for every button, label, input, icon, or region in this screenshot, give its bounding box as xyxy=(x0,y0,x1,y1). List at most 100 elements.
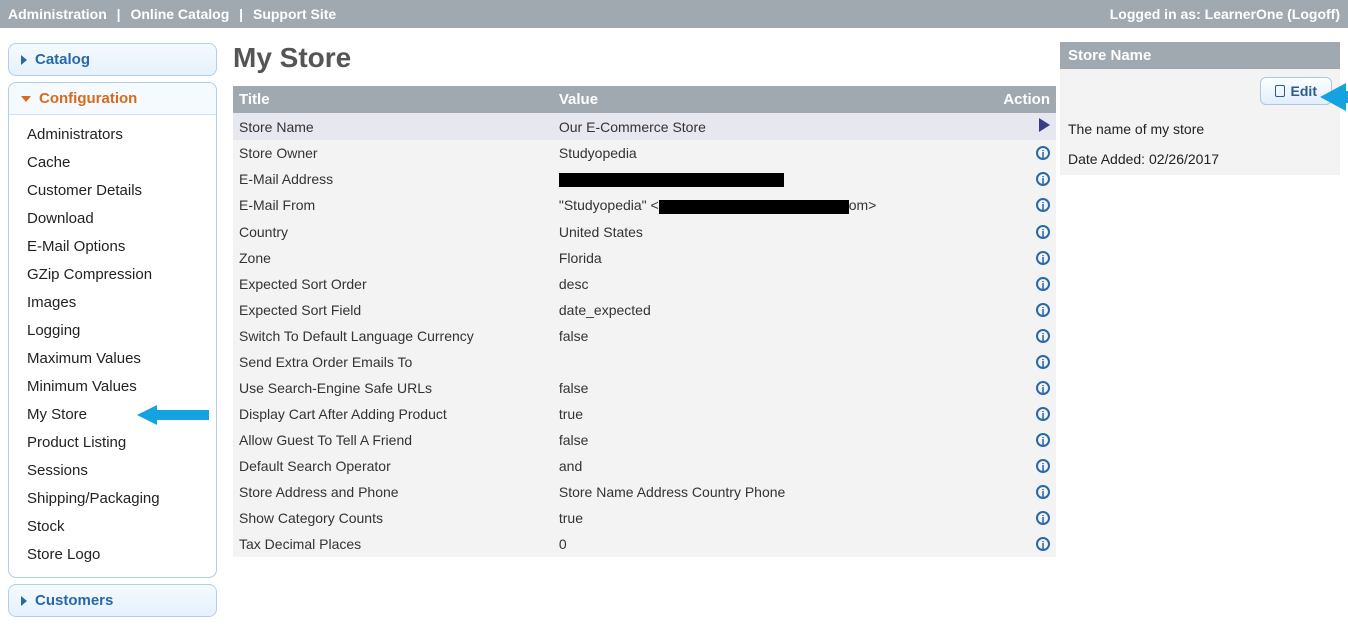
cell-title: Store Address and Phone xyxy=(233,479,553,505)
table-row[interactable]: CountryUnited Statesi xyxy=(233,219,1056,245)
info-icon[interactable]: i xyxy=(1036,251,1050,265)
cell-value: date_expected xyxy=(553,297,980,323)
table-row[interactable]: Use Search-Engine Safe URLsfalsei xyxy=(233,375,1056,401)
cell-action: i xyxy=(980,219,1056,245)
nav-administration[interactable]: Administration xyxy=(8,6,107,22)
sidebar-configuration-label: Configuration xyxy=(39,90,137,107)
play-icon[interactable] xyxy=(1039,118,1050,132)
info-icon[interactable]: i xyxy=(1036,172,1050,186)
cell-title: Tax Decimal Places xyxy=(233,531,553,557)
cell-value: true xyxy=(553,401,980,427)
cell-action xyxy=(980,113,1056,140)
cell-action: i xyxy=(980,453,1056,479)
edit-button[interactable]: Edit xyxy=(1260,77,1332,105)
table-row[interactable]: Show Category Countstruei xyxy=(233,505,1056,531)
sidebar-item-gzip-compression[interactable]: GZip Compression xyxy=(27,261,210,289)
cell-title: Store Name xyxy=(233,113,553,140)
sidebar: Catalog Configuration AdministratorsCach… xyxy=(0,28,225,631)
cell-action: i xyxy=(980,166,1056,192)
info-icon[interactable]: i xyxy=(1036,433,1050,447)
separator: | xyxy=(239,6,243,22)
detail-panel: Store Name Edit The name of my store Dat… xyxy=(1060,42,1340,631)
info-icon[interactable]: i xyxy=(1036,485,1050,499)
sidebar-item-images[interactable]: Images xyxy=(27,289,210,317)
sidebar-head-configuration[interactable]: Configuration xyxy=(9,83,216,114)
table-row[interactable]: Send Extra Order Emails To i xyxy=(233,349,1056,375)
info-icon[interactable]: i xyxy=(1036,407,1050,421)
page-title: My Store xyxy=(233,42,1056,74)
table-row[interactable]: Store NameOur E-Commerce Store xyxy=(233,113,1056,140)
table-row[interactable]: Switch To Default Language Currencyfalse… xyxy=(233,323,1056,349)
chevron-down-icon xyxy=(21,96,31,102)
cell-title: Default Search Operator xyxy=(233,453,553,479)
info-icon[interactable]: i xyxy=(1036,537,1050,551)
nav-support-site[interactable]: Support Site xyxy=(253,6,336,22)
sidebar-item-logging[interactable]: Logging xyxy=(27,317,210,345)
sidebar-item-administrators[interactable]: Administrators xyxy=(27,121,210,149)
cell-action: i xyxy=(980,375,1056,401)
sidebar-item-store-logo[interactable]: Store Logo xyxy=(27,541,210,569)
info-icon[interactable]: i xyxy=(1036,303,1050,317)
table-row[interactable]: Allow Guest To Tell A Friendfalse i xyxy=(233,427,1056,453)
cell-value: Studyopedia xyxy=(553,140,980,166)
sidebar-item-stock[interactable]: Stock xyxy=(27,513,210,541)
cell-value: "Studyopedia" <om> xyxy=(553,192,980,218)
sidebar-head-customers[interactable]: Customers xyxy=(9,585,216,616)
th-action: Action xyxy=(980,86,1056,113)
cell-value: false xyxy=(553,427,980,453)
sidebar-item-minimum-values[interactable]: Minimum Values xyxy=(27,373,210,401)
info-icon[interactable]: i xyxy=(1036,146,1050,160)
separator: | xyxy=(117,6,121,22)
table-row[interactable]: Display Cart After Adding Producttruei xyxy=(233,401,1056,427)
info-icon[interactable]: i xyxy=(1036,355,1050,369)
cell-title: Expected Sort Order xyxy=(233,271,553,297)
cell-title: E-Mail From xyxy=(233,192,553,218)
chevron-right-icon xyxy=(21,596,27,606)
logoff-link[interactable]: Logoff xyxy=(1292,6,1336,22)
th-title: Title xyxy=(233,86,553,113)
table-row[interactable]: E-Mail From"Studyopedia" <om> i xyxy=(233,192,1056,218)
table-row[interactable]: Store Address and PhoneStore Name Addres… xyxy=(233,479,1056,505)
nav-online-catalog[interactable]: Online Catalog xyxy=(130,6,229,22)
cell-action: i xyxy=(980,323,1056,349)
top-bar: Administration | Online Catalog | Suppor… xyxy=(0,0,1348,28)
sidebar-head-catalog[interactable]: Catalog xyxy=(9,44,216,75)
sidebar-section-configuration: Configuration AdministratorsCacheCustome… xyxy=(8,82,217,578)
table-row[interactable]: Store OwnerStudyopediai xyxy=(233,140,1056,166)
table-row[interactable]: Default Search Operatorandi xyxy=(233,453,1056,479)
sidebar-item-e-mail-options[interactable]: E-Mail Options xyxy=(27,233,210,261)
sidebar-item-customer-details[interactable]: Customer Details xyxy=(27,177,210,205)
date-label: Date Added: xyxy=(1068,151,1145,167)
info-icon[interactable]: i xyxy=(1036,225,1050,239)
cell-action: i xyxy=(980,427,1056,453)
table-row[interactable]: E-Mail Addressi xyxy=(233,166,1056,192)
th-value: Value xyxy=(553,86,980,113)
table-row[interactable]: Expected Sort Fielddate_expectedi xyxy=(233,297,1056,323)
cell-action: i xyxy=(980,297,1056,323)
info-icon[interactable]: i xyxy=(1036,277,1050,291)
sidebar-item-download[interactable]: Download xyxy=(27,205,210,233)
info-icon[interactable]: i xyxy=(1036,198,1050,212)
cell-title: Allow Guest To Tell A Friend xyxy=(233,427,553,453)
info-icon[interactable]: i xyxy=(1036,511,1050,525)
info-icon[interactable]: i xyxy=(1036,329,1050,343)
sidebar-item-maximum-values[interactable]: Maximum Values xyxy=(27,345,210,373)
cell-value: desc xyxy=(553,271,980,297)
table-row[interactable]: Expected Sort Orderdesc i xyxy=(233,271,1056,297)
table-row[interactable]: Tax Decimal Places0i xyxy=(233,531,1056,557)
cell-value xyxy=(553,166,980,192)
table-row[interactable]: ZoneFloridai xyxy=(233,245,1056,271)
sidebar-item-product-listing[interactable]: Product Listing xyxy=(27,429,210,457)
cell-title: Send Extra Order Emails To xyxy=(233,349,553,375)
info-icon[interactable]: i xyxy=(1036,459,1050,473)
sidebar-item-my-store[interactable]: My Store xyxy=(27,401,210,429)
sidebar-item-cache[interactable]: Cache xyxy=(27,149,210,177)
logged-in-prefix: Logged in as: xyxy=(1110,6,1201,22)
sidebar-item-shipping-packaging[interactable]: Shipping/Packaging xyxy=(27,485,210,513)
sidebar-item-sessions[interactable]: Sessions xyxy=(27,457,210,485)
logged-in-user: LearnerOne xyxy=(1205,6,1284,22)
cell-action: i xyxy=(980,505,1056,531)
info-icon[interactable]: i xyxy=(1036,381,1050,395)
main-content: My Store Title Value Action Store NameOu… xyxy=(225,28,1348,631)
cell-action: i xyxy=(980,192,1056,218)
